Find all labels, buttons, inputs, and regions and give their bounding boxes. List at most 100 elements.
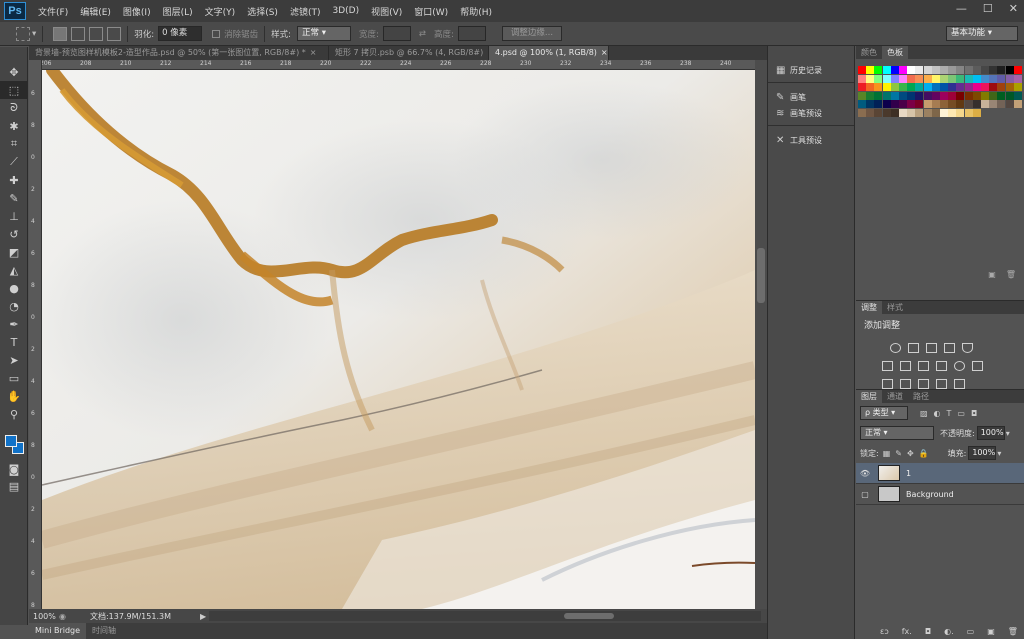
- color-swatch[interactable]: [907, 74, 916, 83]
- color-swatch[interactable]: [931, 91, 940, 100]
- horizontal-scrollbar[interactable]: [209, 611, 761, 621]
- color-swatch[interactable]: [915, 74, 924, 83]
- tab-mini-bridge[interactable]: Mini Bridge: [29, 623, 87, 639]
- color-swatch[interactable]: [874, 108, 883, 117]
- color-swatch[interactable]: [972, 91, 981, 100]
- color-swatch[interactable]: [899, 74, 907, 83]
- zoom-tool-icon[interactable]: ⚲: [0, 405, 28, 423]
- menu-layer[interactable]: 图层(L): [163, 5, 193, 18]
- menu-help[interactable]: 帮助(H): [460, 5, 492, 18]
- fill-input[interactable]: 100%: [968, 446, 997, 460]
- brush-tool-icon[interactable]: ✎: [0, 189, 28, 207]
- color-swatch[interactable]: [874, 100, 883, 108]
- new-group-icon[interactable]: ▭: [967, 627, 975, 636]
- tab-adjustments[interactable]: 调整: [856, 301, 882, 314]
- color-swatch[interactable]: [972, 66, 981, 74]
- close-tab-icon[interactable]: ×: [310, 48, 317, 57]
- color-swatch[interactable]: [940, 91, 948, 100]
- color-swatch[interactable]: [858, 100, 866, 108]
- eraser-tool-icon[interactable]: ◩: [0, 243, 28, 261]
- type-tool-icon[interactable]: T: [0, 333, 28, 351]
- color-swatch[interactable]: [890, 91, 899, 100]
- color-swatch[interactable]: [923, 74, 932, 83]
- magic-wand-tool-icon[interactable]: ✱: [0, 117, 28, 135]
- color-swatch[interactable]: [899, 91, 907, 100]
- color-swatch[interactable]: [964, 100, 973, 108]
- vertical-scroll-thumb[interactable]: [757, 248, 765, 303]
- brightness-contrast-icon[interactable]: [890, 343, 901, 353]
- color-swatch[interactable]: [882, 66, 891, 74]
- color-swatch[interactable]: [997, 83, 1006, 91]
- color-swatch[interactable]: [1013, 83, 1022, 91]
- color-swatch[interactable]: [858, 83, 866, 91]
- crop-tool-icon[interactable]: ⌗: [0, 135, 28, 153]
- history-brush-tool-icon[interactable]: ↺: [0, 225, 28, 243]
- close-window-button[interactable]: ✕: [1009, 2, 1018, 15]
- feather-input[interactable]: 0 像素: [158, 26, 203, 41]
- color-swatch[interactable]: [899, 83, 907, 91]
- height-input[interactable]: [457, 26, 486, 41]
- color-swatch[interactable]: [931, 83, 940, 91]
- tab-color[interactable]: 颜色: [856, 46, 882, 59]
- color-swatch[interactable]: [874, 66, 883, 74]
- color-swatch[interactable]: [989, 74, 998, 83]
- menu-window[interactable]: 窗口(W): [414, 5, 448, 18]
- horizontal-scroll-thumb[interactable]: [564, 613, 614, 619]
- delete-layer-icon[interactable]: 🗑: [1008, 627, 1018, 636]
- clone-stamp-tool-icon[interactable]: ⊥: [0, 207, 28, 225]
- color-swatch[interactable]: [940, 66, 948, 74]
- color-lookup-icon[interactable]: [972, 361, 983, 371]
- dock-history[interactable]: ▦ 历史记录: [768, 62, 854, 78]
- tab-layers[interactable]: 图层: [856, 390, 882, 403]
- marquee-tool-icon[interactable]: ⬚: [0, 81, 28, 99]
- invert-icon[interactable]: [882, 379, 893, 389]
- status-menu-arrow[interactable]: ▶: [200, 612, 206, 621]
- color-swatch[interactable]: [997, 100, 1006, 108]
- color-swatch[interactable]: [890, 74, 899, 83]
- rectangle-tool-icon[interactable]: ▭: [0, 369, 28, 387]
- color-swatch[interactable]: [907, 66, 916, 74]
- color-swatch[interactable]: [956, 100, 965, 108]
- color-swatch[interactable]: [940, 74, 948, 83]
- tab-styles[interactable]: 样式: [882, 301, 908, 314]
- rect-marquee-preset-icon[interactable]: [16, 26, 30, 41]
- color-swatch[interactable]: [956, 74, 965, 83]
- color-swatch[interactable]: [866, 100, 875, 108]
- color-swatch[interactable]: [964, 108, 973, 117]
- layer-row-1[interactable]: 👁 1: [856, 463, 1024, 484]
- color-swatch[interactable]: [882, 74, 891, 83]
- color-swatch[interactable]: [1013, 91, 1022, 100]
- color-swatch[interactable]: [915, 100, 924, 108]
- maximize-button[interactable]: ☐: [983, 2, 993, 15]
- color-swatch[interactable]: [890, 100, 899, 108]
- add-selection-icon[interactable]: [71, 26, 86, 41]
- menu-type[interactable]: 文字(Y): [205, 5, 236, 18]
- dock-brush[interactable]: ✎ 画笔: [768, 89, 854, 105]
- vertical-scrollbar[interactable]: [755, 60, 767, 609]
- color-swatch[interactable]: [948, 66, 957, 74]
- color-swatch[interactable]: [882, 100, 891, 108]
- tab-document-3[interactable]: 4.psd @ 100% (1, RGB/8) ×: [489, 46, 609, 60]
- color-swatch[interactable]: [866, 83, 875, 91]
- color-swatch[interactable]: [907, 100, 916, 108]
- color-swatch[interactable]: [866, 108, 875, 117]
- color-swatch[interactable]: [948, 91, 957, 100]
- color-swatch[interactable]: [997, 74, 1006, 83]
- delete-swatch-icon[interactable]: 🗑: [1006, 270, 1016, 279]
- layer-style-icon[interactable]: fx.: [902, 627, 912, 636]
- color-swatch[interactable]: [931, 66, 940, 74]
- color-swatch[interactable]: [956, 108, 965, 117]
- color-swatch[interactable]: [882, 83, 891, 91]
- color-swatch[interactable]: [948, 83, 957, 91]
- color-swatch[interactable]: [923, 83, 932, 91]
- color-swatch[interactable]: [1005, 74, 1014, 83]
- color-swatch[interactable]: [907, 83, 916, 91]
- color-swatch[interactable]: [915, 83, 924, 91]
- menu-filter[interactable]: 滤镜(T): [290, 5, 321, 18]
- color-swatch[interactable]: [972, 100, 981, 108]
- color-swatch[interactable]: [956, 91, 965, 100]
- color-swatch[interactable]: [899, 108, 907, 117]
- color-swatch[interactable]: [1005, 100, 1014, 108]
- color-swatch[interactable]: [964, 91, 973, 100]
- color-swatch[interactable]: [874, 91, 883, 100]
